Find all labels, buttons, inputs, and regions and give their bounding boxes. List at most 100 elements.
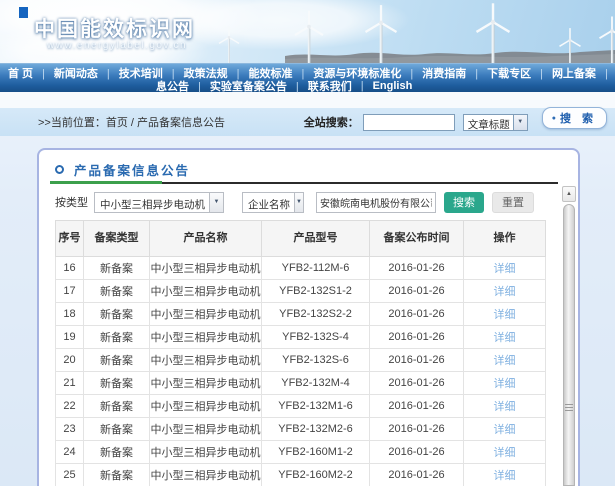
cell-action: 详细 xyxy=(464,326,546,349)
divider-green-segment xyxy=(50,181,162,184)
nav-item[interactable]: 网上备案 xyxy=(531,65,596,81)
site-search-field-select[interactable]: 文章标题 ▼ xyxy=(463,114,528,131)
nav-item[interactable]: 下载专区 xyxy=(466,65,531,81)
wind-turbine-icon xyxy=(290,8,328,63)
cell-type: 新备案 xyxy=(84,257,150,280)
cell-type: 新备案 xyxy=(84,464,150,486)
cell-name: 中小型三相异步电动机 xyxy=(150,464,262,486)
scrollbar-grip-icon[interactable] xyxy=(565,404,573,411)
table-row: 23 新备案 中小型三相异步电动机 YFB2-132M2-6 2016-01-2… xyxy=(56,418,546,441)
content-panel: 产品备案信息公告 按类型 中小型三相异步电动机 ▼ 企业名称 ▼ 搜索 重置 序… xyxy=(37,148,580,486)
table-header-cell: 备案类型 xyxy=(84,221,150,257)
cell-date: 2016-01-26 xyxy=(370,395,464,418)
nav-item[interactable]: English xyxy=(352,80,413,92)
nav-item[interactable]: 首 页 xyxy=(8,65,33,81)
cell-name: 中小型三相异步电动机 xyxy=(150,372,262,395)
scroll-up-arrow-icon[interactable]: ▲ xyxy=(562,186,576,202)
detail-link[interactable]: 详细 xyxy=(494,401,516,413)
nav-item[interactable]: 息公告 xyxy=(156,78,189,94)
detail-link[interactable]: 详细 xyxy=(494,424,516,436)
cell-type: 新备案 xyxy=(84,326,150,349)
detail-link[interactable]: 详细 xyxy=(494,378,516,390)
divider-dark-segment xyxy=(162,182,558,184)
table-row: 19 新备案 中小型三相异步电动机 YFB2-132S-4 2016-01-26… xyxy=(56,326,546,349)
table-header-cell: 产品名称 xyxy=(150,221,262,257)
filter-type-select[interactable]: 中小型三相异步电动机 ▼ xyxy=(94,192,224,213)
site-banner: 中国能效标识网 www.energylabel.gov.cn xyxy=(0,0,615,63)
cell-action: 详细 xyxy=(464,257,546,280)
site-search-button-label: 搜 索 xyxy=(560,110,597,126)
cell-action: 详细 xyxy=(464,464,546,486)
cell-date: 2016-01-26 xyxy=(370,418,464,441)
detail-link[interactable]: 详细 xyxy=(494,309,516,321)
breadcrumb: >>当前位置：首页 / 产品备案信息公告 xyxy=(38,114,225,130)
cell-name: 中小型三相异步电动机 xyxy=(150,349,262,372)
detail-link[interactable]: 详细 xyxy=(494,355,516,367)
detail-link[interactable]: 详细 xyxy=(494,263,516,275)
search-button[interactable]: 搜索 xyxy=(444,192,484,213)
scrollbar-thumb[interactable] xyxy=(563,204,575,486)
wind-turbine-icon xyxy=(215,24,243,63)
cell-type: 新备案 xyxy=(84,349,150,372)
search-dot-icon: ● xyxy=(552,115,556,122)
cell-model: YFB2-132S1-2 xyxy=(262,280,370,303)
filter-type-value: 中小型三相异步电动机 xyxy=(95,193,209,212)
nav-item[interactable]: 消费指南 xyxy=(401,65,466,81)
cell-date: 2016-01-26 xyxy=(370,372,464,395)
cell-model: YFB2-132S-4 xyxy=(262,326,370,349)
table-row: 18 新备案 中小型三相异步电动机 YFB2-132S2-2 2016-01-2… xyxy=(56,303,546,326)
main-nav: 首 页新闻动态技术培训政策法规能效标准资源与环境标准化消费指南下载专区网上备案产… xyxy=(0,63,615,92)
nav-item[interactable]: 联系我们 xyxy=(287,78,352,94)
table-header-cell: 产品型号 xyxy=(262,221,370,257)
cell-type: 新备案 xyxy=(84,303,150,326)
cell-no: 25 xyxy=(56,464,84,486)
nav-item[interactable]: 产品备案信 xyxy=(596,65,615,81)
cell-no: 20 xyxy=(56,349,84,372)
cell-type: 新备案 xyxy=(84,441,150,464)
table-row: 25 新备案 中小型三相异步电动机 YFB2-160M2-2 2016-01-2… xyxy=(56,464,546,486)
filter-field-select[interactable]: 企业名称 ▼ xyxy=(242,192,304,213)
cell-action: 详细 xyxy=(464,372,546,395)
filter-bar: 按类型 中小型三相异步电动机 ▼ 企业名称 ▼ 搜索 重置 xyxy=(55,191,534,213)
nav-item[interactable]: 新闻动态 xyxy=(33,65,98,81)
cell-name: 中小型三相异步电动机 xyxy=(150,441,262,464)
cell-date: 2016-01-26 xyxy=(370,280,464,303)
site-name: 中国能效标识网 xyxy=(34,13,195,43)
cell-name: 中小型三相异步电动机 xyxy=(150,257,262,280)
table-row: 16 新备案 中小型三相异步电动机 YFB2-112M-6 2016-01-26… xyxy=(56,257,546,280)
site-search-input[interactable] xyxy=(363,114,455,131)
detail-link[interactable]: 详细 xyxy=(494,447,516,459)
table-header-row: 序号备案类型产品名称产品型号备案公布时间操作 xyxy=(56,221,546,257)
site-search-button[interactable]: ● 搜 索 xyxy=(542,107,607,129)
detail-link[interactable]: 详细 xyxy=(494,332,516,344)
nav-item[interactable]: 技术培训 xyxy=(98,65,163,81)
reset-button[interactable]: 重置 xyxy=(492,192,534,213)
detail-link[interactable]: 详细 xyxy=(494,470,516,482)
cell-no: 22 xyxy=(56,395,84,418)
cell-date: 2016-01-26 xyxy=(370,326,464,349)
cell-name: 中小型三相异步电动机 xyxy=(150,418,262,441)
cell-date: 2016-01-26 xyxy=(370,349,464,372)
inner-scrollbar[interactable]: ▲ xyxy=(562,186,576,486)
chevron-down-icon[interactable]: ▼ xyxy=(294,193,303,212)
cell-model: YFB2-132M1-6 xyxy=(262,395,370,418)
company-name-input[interactable] xyxy=(316,192,436,213)
cell-name: 中小型三相异步电动机 xyxy=(150,395,262,418)
cell-date: 2016-01-26 xyxy=(370,464,464,486)
cell-type: 新备案 xyxy=(84,395,150,418)
circle-bullet-icon xyxy=(55,165,64,174)
cell-action: 详细 xyxy=(464,280,546,303)
detail-link[interactable]: 详细 xyxy=(494,286,516,298)
cell-date: 2016-01-26 xyxy=(370,257,464,280)
site-url: www.energylabel.gov.cn xyxy=(47,40,187,51)
nav-item[interactable]: 实验室备案公告 xyxy=(189,78,287,94)
cell-model: YFB2-112M-6 xyxy=(262,257,370,280)
cell-date: 2016-01-26 xyxy=(370,303,464,326)
table-row: 22 新备案 中小型三相异步电动机 YFB2-132M1-6 2016-01-2… xyxy=(56,395,546,418)
chevron-down-icon[interactable]: ▼ xyxy=(513,115,527,130)
cell-no: 19 xyxy=(56,326,84,349)
cell-action: 详细 xyxy=(464,303,546,326)
cell-action: 详细 xyxy=(464,349,546,372)
cell-type: 新备案 xyxy=(84,372,150,395)
chevron-down-icon[interactable]: ▼ xyxy=(209,193,223,212)
